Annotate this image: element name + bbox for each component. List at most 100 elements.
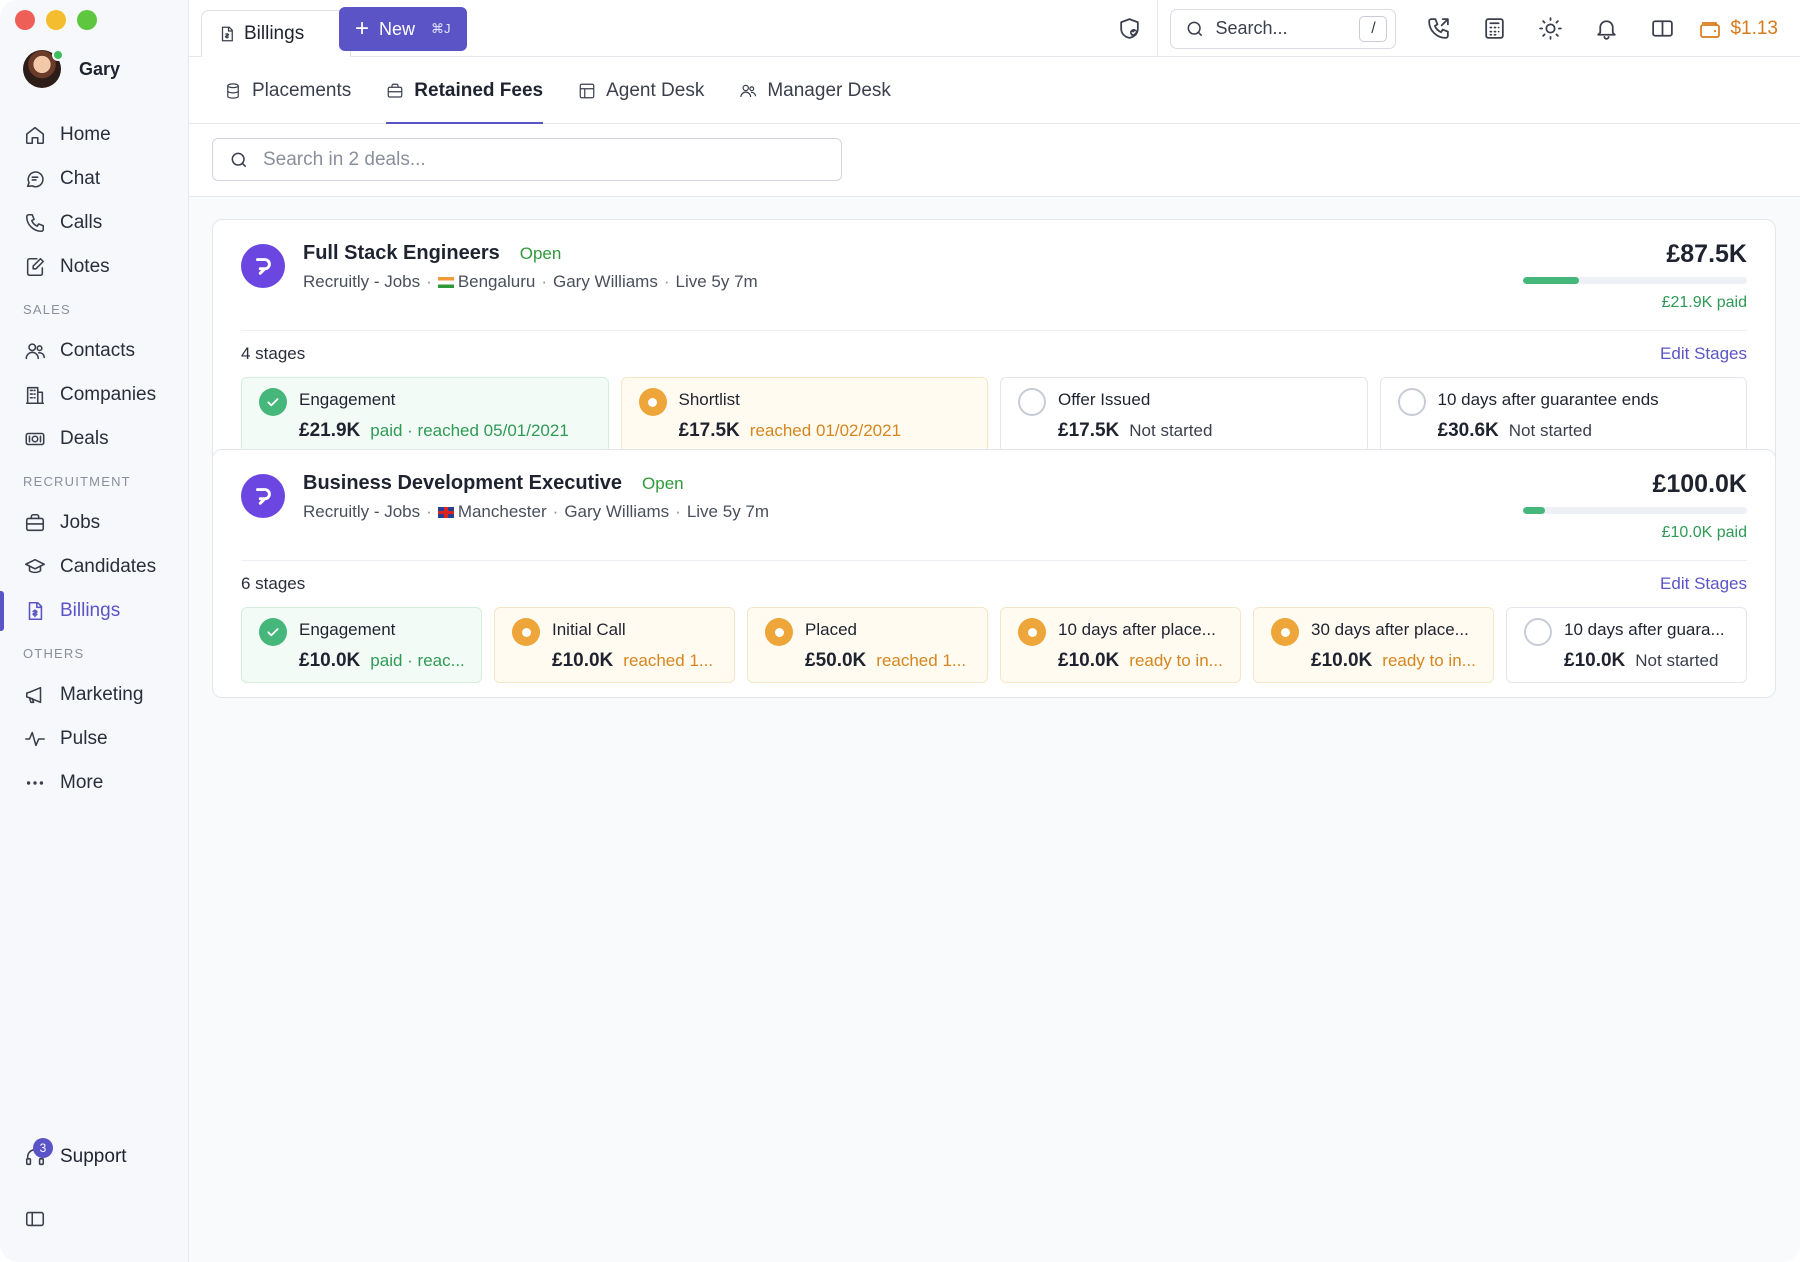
close-window-button[interactable]: [15, 10, 35, 30]
stage-amount: £17.5K: [678, 420, 740, 441]
tab-label: Agent Desk: [606, 79, 705, 101]
stages-count: 6 stages: [241, 574, 306, 593]
split-view-button[interactable]: [1634, 16, 1690, 41]
users-icon: [740, 84, 757, 97]
stage-card[interactable]: 10 days after guarantee ends £30.6K Not st…: [1379, 377, 1747, 453]
tab-billings[interactable]: Billings: [201, 10, 351, 57]
sidebar-item-label: More: [60, 772, 104, 793]
sidebar-item-pulse[interactable]: Pulse: [0, 717, 189, 761]
stage-status: reached 1...: [623, 651, 714, 670]
deal-card[interactable]: Full Stack Engineers Open Recruitly - Jo…: [212, 219, 1776, 468]
stage-card[interactable]: Placed £50.0K reached 1...: [747, 607, 988, 683]
sidebar-item-label: Chat: [60, 168, 101, 189]
sidebar-item-home[interactable]: Home: [0, 113, 189, 157]
chat-icon: [26, 171, 44, 188]
stage-card[interactable]: Shortlist £17.5K reached 01/02/2021: [620, 377, 988, 453]
online-status-dot: [52, 49, 64, 61]
minimize-window-button[interactable]: [46, 10, 66, 30]
deal-card[interactable]: Business Development Executive Open Recr…: [212, 449, 1776, 698]
stage-status: Not started: [1635, 651, 1719, 670]
columns-icon: [1652, 20, 1673, 37]
stage-card[interactable]: Engagement £10.0K paid · reac...: [241, 607, 482, 683]
payment-progress-fill: [1523, 277, 1579, 284]
deal-search-bar: [189, 124, 1800, 197]
deal-owner[interactable]: Gary Williams: [553, 272, 658, 292]
deal-company[interactable]: Recruitly - Jobs: [303, 502, 420, 522]
stage-card[interactable]: Initial Call £10.0K reached 1...: [494, 607, 735, 683]
app-window: Gary Home Chat Calls Notes SALES Contact…: [0, 0, 1800, 1262]
sidebar-item-calls[interactable]: Calls: [0, 201, 189, 245]
sidebar-item-chat[interactable]: Chat: [0, 157, 189, 201]
support-button[interactable]: 3 Support: [24, 1138, 127, 1168]
calculator-button[interactable]: [1466, 16, 1522, 41]
invoice-icon: [221, 26, 233, 42]
stage-status: paid · reached 05/01/2021: [370, 421, 569, 440]
edit-stages-link[interactable]: Edit Stages: [1660, 574, 1747, 594]
security-button[interactable]: [1102, 0, 1159, 57]
tab-manager-desk[interactable]: Manager Desk: [739, 57, 891, 124]
stage-card[interactable]: Offer Issued £17.5K Not started: [1000, 377, 1368, 453]
empty-circle-icon: [1018, 388, 1046, 416]
stage-card[interactable]: 30 days after place... £10.0K ready to in.…: [1253, 607, 1494, 683]
stage-card[interactable]: 10 days after place... £10.0K ready to in.…: [1000, 607, 1241, 683]
zoom-window-button[interactable]: [77, 10, 97, 30]
bell-icon: [1597, 20, 1616, 40]
global-search[interactable]: Search... /: [1170, 8, 1397, 49]
theme-toggle-button[interactable]: [1522, 16, 1578, 41]
support-label: Support: [60, 1146, 127, 1167]
stage-name: 30 days after place...: [1311, 620, 1469, 639]
tab-placements[interactable]: Placements: [224, 57, 351, 124]
pulse-icon: [25, 731, 45, 747]
nav-section-others: OTHERS: [23, 645, 85, 661]
edit-stages-link[interactable]: Edit Stages: [1660, 344, 1747, 364]
stage-status: paid · reac...: [370, 651, 465, 670]
deal-title[interactable]: Full Stack Engineers: [303, 242, 500, 265]
tab-label: Retained Fees: [414, 79, 544, 101]
deal-meta: Recruitly - Jobs · Bengaluru · Gary Will…: [303, 272, 758, 292]
stage-amount: £50.0K: [805, 650, 867, 671]
deal-live-duration: Live 5y 7m: [675, 272, 758, 291]
stage-detail: £17.5K reached 01/02/2021: [679, 420, 974, 442]
layout-icon: [579, 83, 595, 98]
stage-detail: £10.0K ready to in...: [1058, 650, 1226, 672]
sidebar-item-candidates[interactable]: Candidates: [0, 545, 189, 589]
stage-name: 10 days after place...: [1058, 620, 1216, 639]
sidebar-item-label: Billings: [60, 600, 121, 621]
home-icon: [25, 126, 45, 145]
deal-search-input[interactable]: [263, 148, 823, 171]
deal-owner[interactable]: Gary Williams: [564, 502, 669, 522]
new-button[interactable]: + New ⌘J: [339, 7, 467, 51]
stages-list: Engagement £10.0K paid · reac... Initial Ca…: [241, 607, 1747, 683]
stage-detail: £21.9K paid · reached 05/01/2021: [299, 420, 594, 442]
stages-list: Engagement £21.9K paid · reached 05/01/202…: [241, 377, 1747, 453]
dialer-button[interactable]: [1410, 16, 1466, 41]
sidebar-item-jobs[interactable]: Jobs: [0, 501, 189, 545]
separator: ·: [426, 272, 432, 291]
sidebar-item-companies[interactable]: Companies: [0, 373, 189, 417]
notifications-button[interactable]: [1578, 16, 1634, 41]
tab-retained-fees[interactable]: Retained Fees: [386, 57, 544, 125]
wallet-icon: [1700, 21, 1721, 38]
sidebar-item-notes[interactable]: Notes: [0, 245, 189, 289]
sidebar-item-contacts[interactable]: Contacts: [0, 329, 189, 373]
sidebar-item-more[interactable]: More: [0, 761, 189, 805]
sidebar-item-billings[interactable]: Billings: [0, 589, 189, 633]
collapse-sidebar-button[interactable]: [24, 1208, 46, 1235]
deal-title[interactable]: Business Development Executive: [303, 472, 622, 495]
deal-live-duration: Live 5y 7m: [686, 502, 770, 521]
deal-company[interactable]: Recruitly - Jobs: [303, 272, 420, 292]
stage-card[interactable]: 10 days after guara... £10.0K Not started: [1506, 607, 1747, 683]
tab-agent-desk[interactable]: Agent Desk: [578, 57, 704, 124]
wallet-balance[interactable]: $1.13: [1690, 17, 1800, 41]
sidebar-item-marketing[interactable]: Marketing: [0, 673, 189, 717]
stages-header: 6 stages Edit Stages: [241, 561, 1747, 607]
user-profile[interactable]: Gary: [23, 49, 120, 88]
deal-search-field[interactable]: [212, 138, 842, 181]
stage-amount: £17.5K: [1058, 420, 1120, 441]
nav-section-recruitment: RECRUITMENT: [23, 473, 131, 489]
stages-header: 4 stages Edit Stages: [241, 331, 1747, 377]
sidebar-item-deals[interactable]: Deals: [0, 417, 189, 461]
stage-amount: £10.0K: [1564, 650, 1626, 671]
separator: ·: [541, 272, 547, 291]
stage-card[interactable]: Engagement £21.9K paid · reached 05/01/202…: [241, 377, 609, 453]
